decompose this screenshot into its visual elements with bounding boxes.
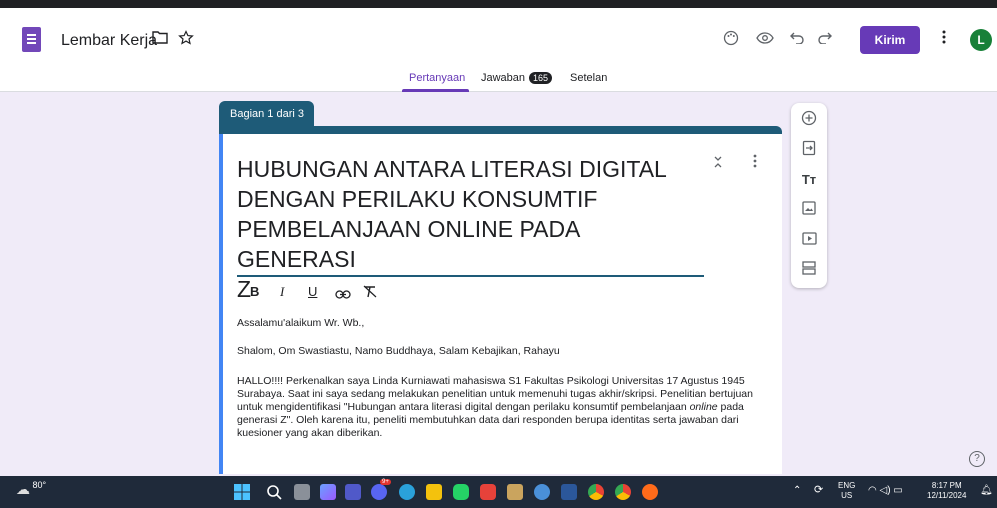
form-title-line: Z xyxy=(237,276,252,302)
notification-bell-icon[interactable]: 🔔︎ xyxy=(980,486,993,496)
copilot-icon[interactable]: ⟳ xyxy=(814,485,823,496)
file-explorer-icon[interactable] xyxy=(426,484,442,500)
weather-temp: 80° xyxy=(32,480,47,490)
card-accent-bar xyxy=(219,126,782,134)
responses-count-badge: 165 xyxy=(529,72,553,84)
form-title[interactable]: HUBUNGAN ANTARA LITERASI DIGITAL DENGAN … xyxy=(237,154,702,304)
help-icon[interactable]: ? xyxy=(969,451,985,467)
active-tab-indicator xyxy=(402,89,469,92)
salam-text: Shalom, Om Swastiastu, Namo Buddhaya, Sa… xyxy=(237,345,560,357)
underline-button[interactable]: U xyxy=(308,284,317,299)
app-icon[interactable] xyxy=(507,484,523,500)
description-part: HALLO!!!! Perkenalkan saya Linda Kurniaw… xyxy=(237,375,753,413)
title-icon[interactable]: Tт xyxy=(799,170,819,190)
star-icon[interactable] xyxy=(176,30,196,50)
weather-widget[interactable]: ☁ 80° xyxy=(16,480,47,498)
region-label: US xyxy=(841,491,853,500)
tab-settings[interactable]: Setelan xyxy=(570,72,607,84)
clock-time: 8:17 PM xyxy=(931,481,962,490)
search-icon[interactable] xyxy=(266,484,282,500)
tab-questions[interactable]: Pertanyaan xyxy=(409,72,465,84)
link-icon[interactable] xyxy=(335,287,351,302)
form-title-line: HUBUNGAN ANTARA LITERASI DIGITAL xyxy=(237,156,667,182)
discord-icon[interactable]: 9+ xyxy=(371,479,391,500)
task-view-icon[interactable] xyxy=(294,484,310,500)
card-more-icon[interactable] xyxy=(753,154,757,172)
word-icon[interactable] xyxy=(561,484,577,500)
whatsapp-icon[interactable] xyxy=(453,484,469,500)
italic-button[interactable]: I xyxy=(280,284,284,300)
language-label: ENG xyxy=(838,481,856,490)
preview-eye-icon[interactable] xyxy=(755,30,775,50)
collapse-icon[interactable] xyxy=(713,156,723,171)
weather-cloud-icon: ☁ xyxy=(16,481,30,497)
form-title-line: DENGAN PERILAKU KONSUMTIF xyxy=(237,186,598,212)
form-header-card[interactable]: HUBUNGAN ANTARA LITERASI DIGITAL DENGAN … xyxy=(219,134,782,474)
tab-responses-label: Jawaban xyxy=(481,72,526,84)
send-button[interactable]: Kirim xyxy=(860,26,920,54)
edge-icon[interactable] xyxy=(534,484,550,500)
browser-icon[interactable] xyxy=(642,484,658,500)
import-icon[interactable] xyxy=(799,140,819,160)
bold-button[interactable]: B xyxy=(250,284,259,299)
more-vert-icon[interactable] xyxy=(934,30,954,50)
undo-icon[interactable] xyxy=(787,30,807,50)
teams-icon[interactable] xyxy=(345,484,361,500)
discord-badge: 9+ xyxy=(380,479,391,485)
google-forms-logo-icon[interactable] xyxy=(22,27,41,52)
wifi-volume-battery-icon[interactable]: ◠ ◁) ▭ xyxy=(868,486,903,496)
windows-taskbar: ☁ 80° 9+ ⌃ ⟳ ENG US ◠ ◁) ▭ 8:17 PM 12/11… xyxy=(0,476,997,508)
telegram-icon[interactable] xyxy=(399,484,415,500)
image-icon[interactable] xyxy=(799,200,819,220)
greeting-text: Assalamu'alaikum Wr. Wb., xyxy=(237,317,365,329)
office-icon[interactable] xyxy=(480,484,496,500)
language-indicator[interactable]: ENG US xyxy=(838,481,855,501)
clock-date: 12/11/2024 xyxy=(927,491,967,500)
chrome-profile-icon[interactable] xyxy=(615,484,631,500)
tab-responses[interactable]: Jawaban 165 xyxy=(481,72,553,84)
app-header: Lembar Kerja Kirim L xyxy=(0,8,997,66)
question-toolbar: Tт xyxy=(791,103,827,288)
redo-icon[interactable] xyxy=(815,30,835,50)
form-description: HALLO!!!! Perkenalkan saya Linda Kurniaw… xyxy=(237,375,757,440)
clear-format-icon[interactable] xyxy=(363,285,377,301)
add-question-icon[interactable] xyxy=(799,110,819,130)
form-title-line: PEMBELANJAAN ONLINE PADA GENERASI xyxy=(237,216,580,272)
chevron-up-icon[interactable]: ⌃ xyxy=(793,486,801,496)
palette-icon[interactable] xyxy=(721,30,741,50)
folder-icon[interactable] xyxy=(150,30,170,50)
description-italic: online xyxy=(689,401,718,413)
form-tabs: Pertanyaan Jawaban 165 Setelan xyxy=(0,66,997,92)
title-underline xyxy=(237,275,704,277)
video-icon[interactable] xyxy=(799,230,819,250)
section-label: Bagian 1 dari 3 xyxy=(219,101,314,127)
avatar[interactable]: L xyxy=(970,29,992,51)
form-doc-title[interactable]: Lembar Kerja xyxy=(61,32,157,50)
clock[interactable]: 8:17 PM 12/11/2024 xyxy=(927,481,966,501)
window-top-strip xyxy=(0,0,997,8)
section-icon[interactable] xyxy=(799,260,819,280)
windows-start-icon[interactable] xyxy=(234,484,250,500)
widgets-icon[interactable] xyxy=(320,484,336,500)
chrome-icon[interactable] xyxy=(588,484,604,500)
